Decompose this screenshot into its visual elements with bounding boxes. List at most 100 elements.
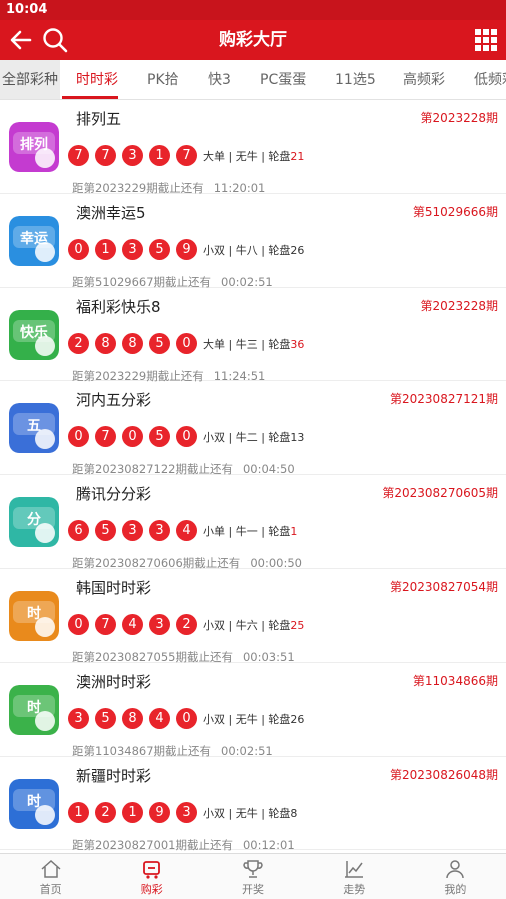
roulette-value: 26 — [290, 243, 305, 257]
tab-pk10[interactable]: PK拾 — [147, 60, 179, 99]
result-ball: 1 — [149, 145, 170, 166]
result-ball: 7 — [176, 145, 197, 166]
result-ball: 8 — [122, 707, 143, 729]
nav-buy[interactable]: 购彩 — [101, 854, 202, 899]
lottery-row[interactable]: 排列 排列五 第2023228期 7 7 3 1 7 大单 | 无牛 | 轮盘21 距第20232… — [0, 100, 506, 195]
result-ball: 2 — [68, 332, 89, 354]
nav-home-label: 首页 — [39, 883, 62, 896]
lottery-row[interactable]: 快乐 福利彩快乐8 第2023228期 2 8 8 5 0 大单 | 牛三 | 轮盘36 距第20… — [0, 288, 506, 383]
result-attributes: 小双 | 无牛 | 轮盘26 — [203, 711, 304, 727]
result-balls: 12193 — [68, 801, 203, 823]
user-icon — [446, 860, 465, 879]
result-ball: 0 — [176, 332, 197, 354]
roulette-value: 8 — [290, 806, 298, 820]
lottery-name: 腾讯分分彩 — [76, 485, 152, 504]
lottery-logo-icon: 分 — [9, 497, 59, 548]
grid-menu-icon[interactable] — [475, 29, 497, 51]
tab-low-freq[interactable]: 低频彩 — [474, 60, 506, 99]
result-attributes: 小双 | 牛六 | 轮盘25 — [203, 617, 304, 633]
tab-all[interactable]: 全部彩种 — [0, 60, 60, 99]
result-ball: 6 — [68, 520, 89, 542]
lottery-name: 排列五 — [76, 110, 122, 128]
result-ball: 5 — [149, 332, 170, 354]
lottery-name: 澳洲幸运5 — [76, 203, 146, 222]
svg-text:时: 时 — [27, 699, 41, 716]
active-tab-indicator — [62, 96, 118, 99]
lottery-row[interactable]: 幸运 澳洲幸运5 第51029666期 0 1 3 5 9 小双 | 牛八 | 轮盘26 距第51… — [0, 194, 506, 289]
lottery-period: 第20230826048期 — [390, 767, 498, 782]
lottery-logo-icon: 时 — [9, 590, 59, 641]
lottery-period: 第51029666期 — [412, 204, 498, 219]
tab-k3[interactable]: 快3 — [208, 60, 231, 99]
nav-draw[interactable]: 开奖 — [202, 854, 303, 899]
lottery-row[interactable]: 分腾讯分分彩 第20230827060​5期 6 5 3 3 4 小单 | 牛一 | 轮盘1 距… — [0, 475, 506, 570]
next-period-text: 距第20230827001期截止还有 — [72, 837, 233, 852]
lottery-name: 福利彩快乐8 — [76, 297, 161, 316]
result-balls: 65334 — [68, 520, 203, 542]
tab-pc-egg[interactable]: PC蛋蛋 — [260, 60, 306, 99]
countdown-time: 00:12:01 — [242, 837, 295, 852]
roulette-value: 25 — [290, 618, 305, 632]
lottery-logo-icon: 时 — [9, 684, 59, 735]
lottery-period: 第20230827060​5期 — [382, 486, 498, 501]
app-header: 购彩大厅 — [0, 20, 506, 60]
result-ball: 4 — [149, 707, 170, 729]
tab-11x5[interactable]: 11选5 — [335, 60, 376, 99]
lottery-row[interactable]: 五河内五分彩 第20230827121期 0 7 0 5 0 小双 | 牛二 | 轮盘13 距第… — [0, 381, 506, 476]
tab-ssc[interactable]: 时时彩 — [76, 60, 118, 99]
result-ball: 0 — [176, 426, 197, 448]
result-ball: 2 — [176, 613, 197, 635]
nav-mine[interactable]: 我的 — [405, 854, 506, 899]
category-tabs: 全部彩种 时时彩 PK拾 快3 PC蛋蛋 11选5 高频彩 低频彩 — [0, 60, 506, 100]
result-ball: 7 — [68, 145, 89, 166]
page-title: 购彩大厅 — [219, 30, 287, 50]
cart-icon — [142, 861, 160, 879]
lottery-name: 新疆时时彩 — [76, 766, 152, 785]
tab-high-freq[interactable]: 高频彩 — [403, 60, 445, 99]
result-ball: 8 — [122, 332, 143, 354]
result-attributes: 小双 | 牛八 | 轮盘26 — [203, 242, 304, 258]
result-ball: 3 — [176, 801, 197, 823]
roulette-value: 21 — [290, 150, 305, 163]
result-balls: 77317 — [68, 145, 203, 166]
attribute-text: 小双 | 牛六 | 轮盘 — [203, 618, 291, 632]
lottery-name: 河内五分彩 — [76, 391, 152, 410]
status-time: 10:04 — [6, 2, 48, 17]
nav-home[interactable]: 首页 — [0, 854, 101, 899]
lottery-name: 澳洲时时彩 — [76, 672, 152, 691]
lottery-row[interactable]: 时韩国时时彩 第20230827054期 0 7 4 3 2 小双 | 牛六 | 轮盘25 距第… — [0, 569, 506, 664]
attribute-text: 小双 | 无牛 | 轮盘 — [203, 712, 291, 726]
status-bar: 10:04 — [0, 0, 506, 20]
trophy-icon — [243, 860, 263, 878]
lottery-logo-icon: 幸运 — [9, 215, 59, 266]
lottery-period: 第20230827121期 — [390, 392, 498, 407]
lottery-period: 第2023228期 — [420, 298, 498, 313]
svg-text:五: 五 — [27, 418, 41, 434]
roulette-value: 13 — [290, 431, 305, 445]
lottery-period: 第2023228期 — [420, 111, 498, 125]
countdown: 距第20230827001期截止还有 00:12:01 — [72, 837, 295, 853]
roulette-value: 1 — [290, 525, 298, 539]
svg-text:分: 分 — [27, 512, 41, 528]
result-ball: 1 — [95, 238, 116, 260]
result-ball: 0 — [68, 238, 89, 260]
result-ball: 4 — [176, 520, 197, 542]
svg-text:时: 时 — [27, 605, 41, 622]
result-ball: 7 — [95, 426, 116, 448]
roulette-value: 36 — [290, 337, 305, 351]
result-balls: 35840 — [68, 707, 203, 729]
chart-icon — [345, 861, 364, 878]
lottery-row[interactable]: 时澳洲时时彩 第11034866期 3 5 8 4 0 小双 | 无牛 | 轮盘26 距第110… — [0, 663, 506, 758]
lottery-row[interactable]: 时新疆时时彩 第20230826048期 1 2 1 9 3 小双 | 无牛 | 轮盘8 距第2… — [0, 757, 506, 853]
nav-buy-label: 购彩 — [140, 883, 163, 896]
result-ball: 3 — [149, 613, 170, 635]
nav-trend-label: 走势 — [343, 883, 366, 896]
lottery-logo-icon: 排列 — [9, 122, 59, 172]
result-ball: 2 — [95, 801, 116, 823]
svg-text:幸运: 幸运 — [20, 230, 48, 247]
result-ball: 5 — [95, 520, 116, 542]
result-ball: 1 — [122, 801, 143, 823]
nav-mine-label: 我的 — [444, 883, 467, 896]
attribute-text: 小双 | 牛八 | 轮盘 — [203, 243, 291, 257]
nav-trend[interactable]: 走势 — [304, 854, 405, 899]
